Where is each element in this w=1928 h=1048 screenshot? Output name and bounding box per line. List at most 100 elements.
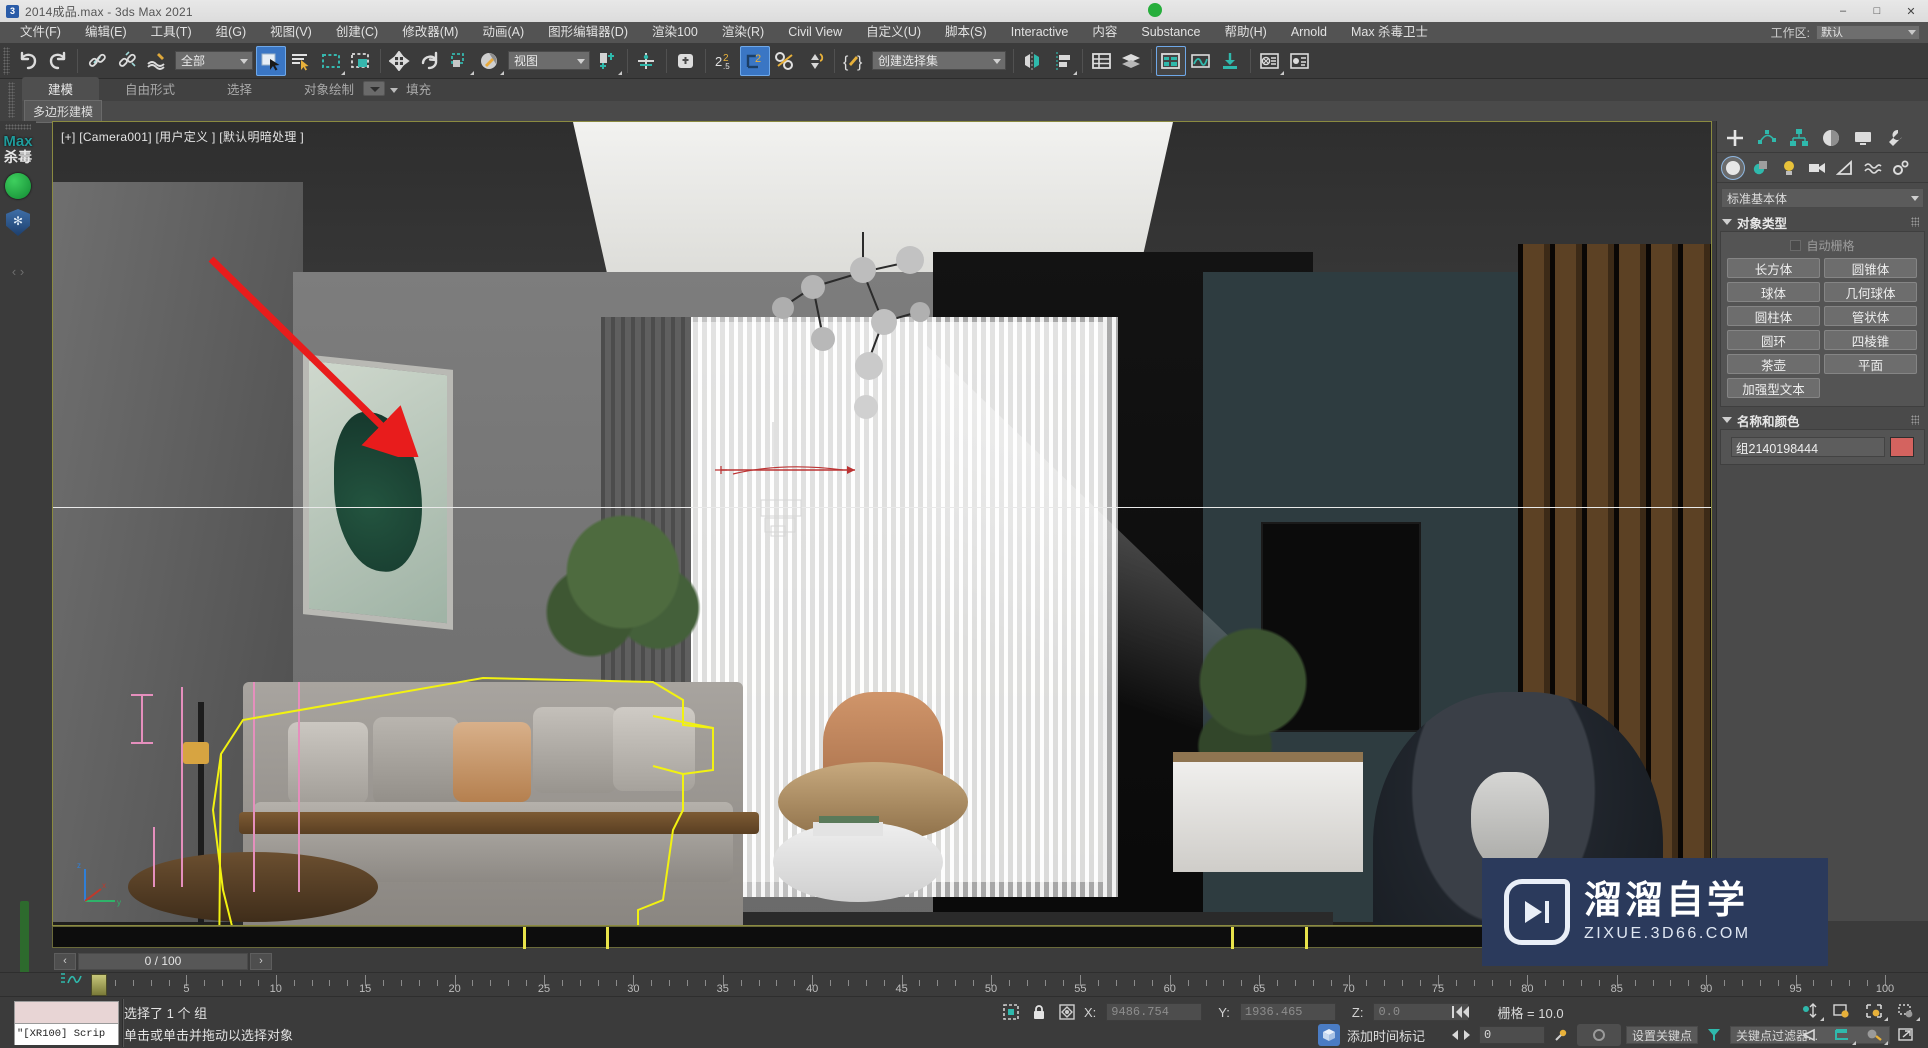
autogrid-row[interactable]: 自动栅格 [1727,237,1918,254]
select-and-scale-button[interactable] [445,46,475,76]
object-type-button-2[interactable]: 球体 [1727,282,1820,302]
viewport-camera001[interactable]: [+] [Camera001] [用户定义 ] [默认明暗处理 ] z y x [52,121,1712,926]
menu-item-17[interactable]: 帮助(H) [1212,22,1278,43]
unlink-selection-button[interactable] [112,46,142,76]
undo-button[interactable] [13,46,43,76]
use-pivot-point-center-button[interactable] [593,46,623,76]
named-selection-set-combo[interactable]: 创建选择集 [872,51,1006,70]
menu-item-0[interactable]: 文件(F) [8,22,73,43]
rectangular-selection-region-button[interactable] [316,46,346,76]
menu-item-18[interactable]: Arnold [1279,22,1339,43]
select-by-name-button[interactable] [286,46,316,76]
y-coord-field[interactable]: 1936.465 [1239,1003,1336,1021]
percent-snap-toggle-button[interactable]: 2 [740,45,770,76]
cameras-icon[interactable] [1805,156,1829,180]
display-tab[interactable] [1847,125,1879,151]
sidebar-grip[interactable] [5,124,31,130]
zoom-all-icon[interactable] [1827,1000,1857,1022]
menu-item-9[interactable]: 渲染100 [640,22,710,43]
snaps-toggle-button[interactable] [632,46,662,76]
maximize-button[interactable]: □ [1860,0,1894,22]
zoom-icon[interactable] [1795,1000,1825,1022]
menu-item-16[interactable]: Substance [1129,22,1212,43]
ribbon-dropdown[interactable] [345,81,398,96]
field-of-view-icon[interactable] [1859,1024,1889,1046]
key-step-icon[interactable] [1448,1024,1474,1046]
systems-icon[interactable] [1889,156,1913,180]
ribbon-subtab-polygon-modeling[interactable]: 多边形建模 [24,99,103,123]
schematic-view-button[interactable] [1216,46,1246,76]
modify-tab[interactable] [1751,125,1783,151]
lock-icon[interactable] [1028,1001,1050,1023]
align-button[interactable] [1048,46,1078,76]
track-view-icon[interactable] [60,971,82,992]
workspace-selector[interactable]: 工作区: 默认 [1771,22,1920,43]
object-type-button-7[interactable]: 四棱锥 [1824,330,1917,350]
workspace-combo[interactable]: 默认 [1816,25,1920,40]
spinner-snap-value-button[interactable] [800,46,830,76]
curve-editor-button[interactable] [1186,46,1216,76]
zoom-region-icon[interactable] [1891,1000,1921,1022]
set-key-button[interactable]: 设置关键点 [1626,1026,1699,1044]
menu-item-8[interactable]: 图形编辑器(D) [536,22,640,43]
menu-item-13[interactable]: 脚本(S) [933,22,999,43]
autogrid-checkbox[interactable] [1790,240,1802,251]
ribbon-tab-0[interactable]: 建模 [22,77,100,101]
place-button[interactable] [475,46,505,76]
menu-item-15[interactable]: 内容 [1080,22,1129,43]
key-settings-icon[interactable] [1550,1024,1572,1046]
menu-item-3[interactable]: 组(G) [204,22,259,43]
keyframe-marker[interactable] [1305,927,1308,949]
key-filter-toggle-icon[interactable] [1703,1024,1725,1046]
object-type-button-0[interactable]: 长方体 [1727,258,1820,278]
bind-to-space-warp-button[interactable] [142,46,172,76]
selection-filter-combo[interactable]: 全部 [175,51,253,70]
angle-snap-toggle-button[interactable]: 2 2.5 [710,46,740,76]
object-type-button-10[interactable]: 加强型文本 [1727,378,1820,398]
pan-icon[interactable] [1795,1024,1825,1046]
motion-tab[interactable] [1815,125,1847,151]
create-tab[interactable] [1719,125,1751,151]
menu-item-10[interactable]: 渲染(R) [710,22,776,43]
reference-coordinate-system-combo[interactable]: 视图 [508,51,590,70]
orbit-icon[interactable] [1827,1024,1857,1046]
name-and-color-header[interactable]: 名称和颜色 [1720,411,1925,429]
nav-next-icon[interactable]: › [20,264,24,279]
redo-button[interactable] [43,46,73,76]
select-similar-button[interactable] [671,46,701,76]
object-type-button-8[interactable]: 茶壶 [1727,354,1820,374]
keyframe-marker[interactable] [606,927,609,949]
maximize-viewport-icon[interactable] [1891,1024,1921,1046]
object-category-combo[interactable]: 标准基本体 [1721,188,1924,208]
toolbar-grip[interactable] [3,46,10,75]
object-name-input[interactable]: 组2140198444 [1731,437,1885,457]
ribbon-tab-1[interactable]: 自由形式 [99,77,201,101]
object-color-swatch[interactable] [1890,437,1914,457]
antivirus-scan-icon[interactable] [5,173,31,199]
x-coord-field[interactable]: 9486.754 [1106,1003,1203,1021]
toggle-ribbon-button[interactable] [1156,45,1186,76]
menu-item-4[interactable]: 视图(V) [258,22,324,43]
menu-item-7[interactable]: 动画(A) [470,22,536,43]
object-type-button-5[interactable]: 管状体 [1824,306,1917,326]
track-bar[interactable] [52,926,1712,949]
layer-explorer-button[interactable] [1087,46,1117,76]
ribbon-tab-2[interactable]: 选择 [201,77,278,101]
menu-item-1[interactable]: 编辑(E) [73,22,139,43]
menu-item-5[interactable]: 创建(C) [324,22,390,43]
object-type-button-1[interactable]: 圆锥体 [1824,258,1917,278]
selection-lock-icon[interactable] [1000,1001,1022,1023]
material-editor-button[interactable] [1255,46,1285,76]
next-frame-button[interactable]: › [250,952,272,970]
menu-item-14[interactable]: Interactive [999,22,1081,43]
ribbon-dropdown-icon[interactable] [363,81,385,96]
select-and-link-button[interactable] [82,46,112,76]
edit-named-selection-sets-button[interactable]: {} [839,46,869,76]
window-crossing-button[interactable] [346,46,376,76]
minimize-button[interactable]: – [1826,0,1860,22]
geometry-icon[interactable] [1721,155,1745,180]
space-warps-icon[interactable] [1861,156,1885,180]
ribbon-grip[interactable] [8,82,15,118]
menu-item-12[interactable]: 自定义(U) [854,22,933,43]
time-ruler[interactable]: 5 10 15 20 25 30 35 40 45 50 55 60 65 70 75 80 85 90 95 100 [0,972,1928,996]
